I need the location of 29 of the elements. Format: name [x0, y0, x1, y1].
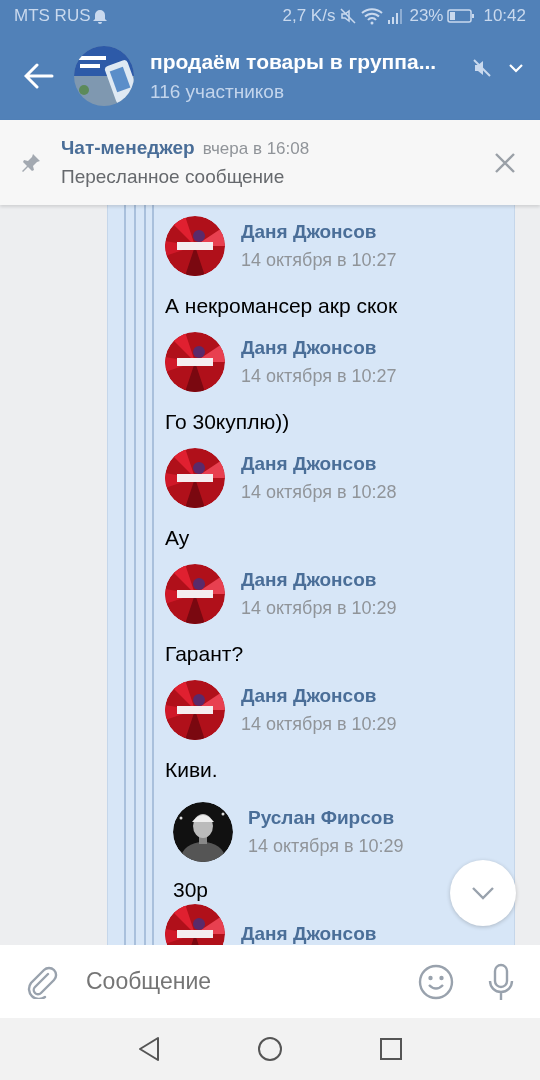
- carrier-name: MTS RUS: [14, 5, 91, 28]
- message-date: 14 октября в 10:28: [241, 480, 397, 504]
- message-date: 14 октября в 10:29: [241, 596, 397, 620]
- chat-title: продаём товары в группа...: [150, 49, 438, 75]
- message-date: 14 октября в 10:27: [241, 248, 397, 272]
- author-name[interactable]: Даня Джонсов: [241, 566, 397, 595]
- message-date: 14 октября в 10:29: [248, 834, 404, 858]
- message-text: Киви.: [165, 757, 219, 783]
- battery-percent: 23%: [409, 5, 444, 28]
- message-text: А некромансер акр скок: [165, 293, 399, 319]
- message-text: Гарант?: [165, 641, 245, 667]
- pinned-author: Чат-менеджер: [61, 136, 195, 160]
- message-text: 30р: [173, 877, 210, 903]
- member-count: 116 участников: [150, 79, 286, 104]
- pinned-text: Пересланное сообщение: [61, 164, 286, 189]
- message-text: Го 30куплю)): [165, 409, 291, 435]
- author-name[interactable]: Даня Джонсов: [241, 919, 377, 945]
- message-date: 14 октября в 10:27: [241, 364, 397, 388]
- author-name[interactable]: Даня Джонсов: [241, 218, 397, 247]
- network-speed: 2,7 K/s: [282, 5, 336, 28]
- author-name[interactable]: Даня Джонсов: [241, 682, 397, 711]
- message-field[interactable]: Сообщение: [84, 963, 418, 1000]
- pinned-time: вчера в 16:08: [202, 138, 310, 160]
- clock: 10:42: [483, 5, 526, 28]
- author-name[interactable]: Руслан Фирсов: [248, 804, 404, 833]
- author-name[interactable]: Даня Джонсов: [241, 334, 397, 363]
- author-name[interactable]: Даня Джонсов: [241, 450, 397, 479]
- message-date: 14 октября в 10:29: [241, 712, 397, 736]
- message-text: Ау: [165, 525, 191, 551]
